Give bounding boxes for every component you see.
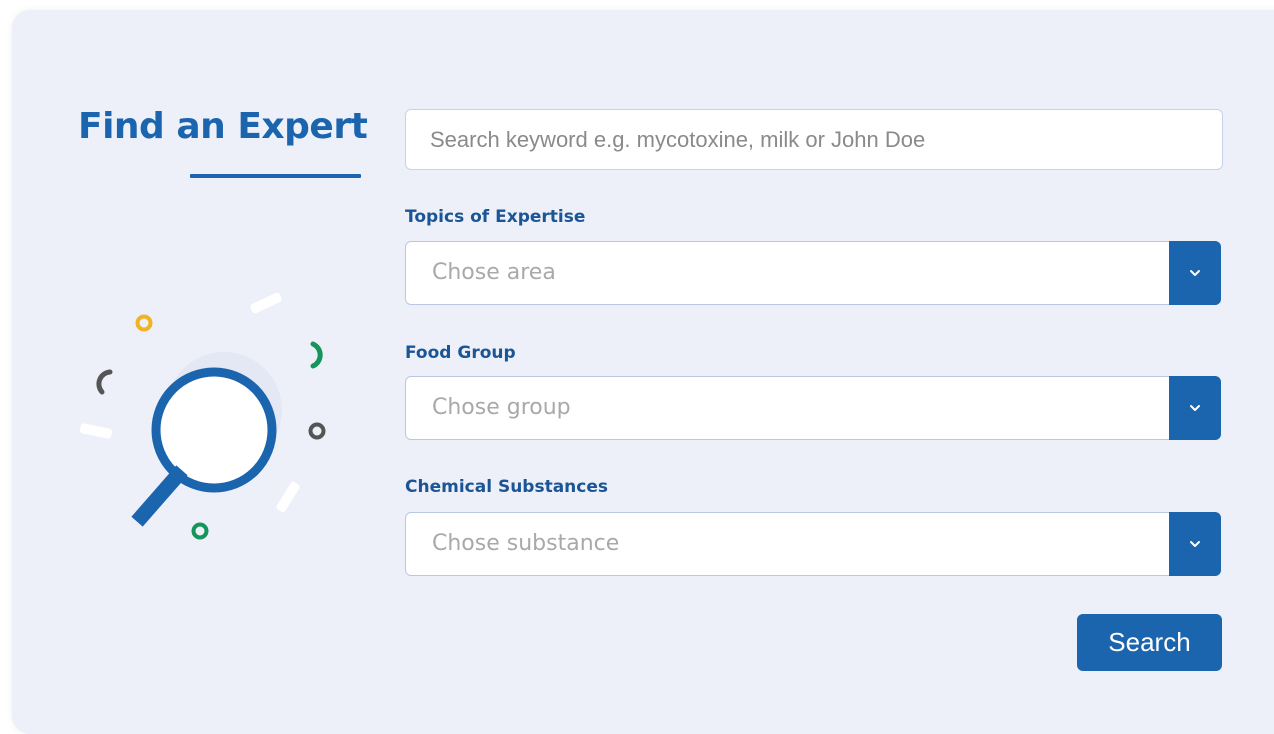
dash-decoration	[276, 481, 300, 513]
chevron-down-icon	[1190, 405, 1200, 411]
select-placeholder: Chose area	[432, 260, 556, 285]
dash-decoration	[250, 292, 282, 314]
dropdown-toggle[interactable]	[1169, 376, 1221, 440]
select-chemical-substances[interactable]: Chose substance	[405, 512, 1221, 576]
select-food-group[interactable]: Chose group	[405, 376, 1221, 440]
ring-decoration	[308, 422, 326, 440]
find-expert-card: Find an Expert Topics of Expertise Chose…	[12, 10, 1274, 734]
search-button[interactable]: Search	[1077, 614, 1222, 671]
page-title: Find an Expert	[78, 106, 368, 147]
dropdown-toggle[interactable]	[1169, 241, 1221, 305]
title-underline	[190, 174, 361, 178]
arc-decoration	[310, 341, 323, 369]
chevron-down-icon	[1190, 270, 1200, 276]
arc-decoration	[96, 369, 113, 395]
ring-decoration	[191, 522, 209, 540]
chevron-down-icon	[1190, 541, 1200, 547]
select-topics-of-expertise[interactable]: Chose area	[405, 241, 1221, 305]
dropdown-toggle[interactable]	[1169, 512, 1221, 576]
dash-decoration	[79, 423, 113, 439]
select-placeholder: Chose group	[432, 395, 571, 420]
ring-decoration	[135, 314, 153, 332]
search-input[interactable]	[405, 109, 1223, 170]
select-placeholder: Chose substance	[432, 531, 620, 556]
label-chemical-substances: Chemical Substances	[405, 477, 609, 497]
label-topics-of-expertise: Topics of Expertise	[405, 207, 586, 227]
magnifier-icon	[79, 292, 326, 540]
label-food-group: Food Group	[405, 343, 516, 363]
magnifier-handle	[131, 465, 188, 527]
